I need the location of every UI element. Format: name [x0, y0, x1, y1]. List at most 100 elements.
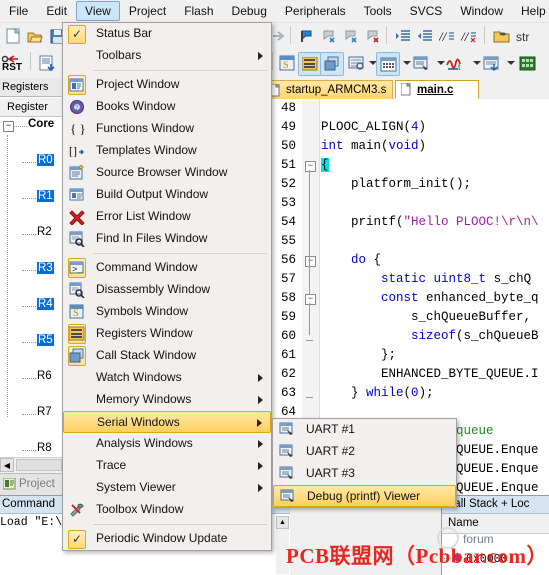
fold-box-56[interactable]: − [305, 256, 316, 267]
menu-window[interactable]: Window [451, 1, 512, 21]
checkbox: ✓ [68, 24, 86, 44]
reset-cpu-icon[interactable]: RST [2, 52, 24, 74]
scroll-thumb[interactable] [16, 459, 62, 471]
symbols-window-icon[interactable]: S [276, 52, 298, 74]
comment-lines-icon[interactable]: // [436, 25, 458, 47]
view-menu-item-disassembly-window[interactable]: Disassembly Window [63, 279, 271, 301]
registers-column-header[interactable]: Register [0, 98, 66, 117]
indent-increase-icon[interactable] [392, 25, 414, 47]
menu-tools[interactable]: Tools [355, 1, 401, 21]
tree-guide-dots [22, 378, 36, 380]
register-row[interactable]: R8 [0, 441, 66, 457]
serial-submenu-item-debug-printf-viewer[interactable]: Debug (printf) Viewer [273, 485, 456, 507]
serial-submenu-item-uart-3[interactable]: UART #3 [273, 463, 456, 485]
register-row[interactable]: R4 [0, 297, 66, 315]
line-number: 48 [280, 101, 296, 115]
view-menu-item-watch-windows[interactable]: Watch Windows [63, 367, 271, 389]
view-menu-item-periodic-window-update[interactable]: ✓ Periodic Window Update [63, 528, 271, 550]
view-menu-item-trace[interactable]: Trace [63, 455, 271, 477]
serial-submenu-item-uart-2[interactable]: UART #2 [273, 441, 456, 463]
core-expander-icon[interactable]: − [3, 121, 14, 132]
bookmark-prev-icon[interactable] [318, 25, 340, 47]
step-into-icon[interactable] [36, 52, 58, 74]
configure-target-icon[interactable] [490, 25, 512, 47]
registers-hscrollbar[interactable]: ◀ [0, 457, 66, 473]
call-stack-column-name[interactable]: Name [442, 514, 549, 534]
fold-box-51[interactable]: − [305, 161, 316, 172]
system-viewer-icon[interactable] [516, 52, 538, 74]
menu-debug[interactable]: Debug [223, 1, 276, 21]
view-menu-item-serial-windows[interactable]: Serial Windows [63, 411, 271, 433]
register-row[interactable]: R5 [0, 333, 66, 351]
view-menu-item-books-window[interactable]: ? Books Window [63, 96, 271, 118]
registers-window-icon[interactable] [298, 52, 322, 76]
call-stack-window-icon[interactable] [320, 52, 344, 76]
trace-windows-icon[interactable] [480, 52, 502, 74]
open-file-icon[interactable] [24, 25, 46, 47]
fold-box-58[interactable]: − [305, 294, 316, 305]
registers-group-core[interactable]: − Core [0, 117, 66, 135]
view-menu-item-status-bar[interactable]: ✓ Status Bar [63, 23, 271, 45]
scroll-up-arrow-icon[interactable]: ▲ [276, 516, 289, 529]
serial-submenu-items: UART #1 UART #2 UART #3 Debug (printf) View… [273, 419, 456, 507]
view-menu-item-templates-window[interactable]: [] Templates Window [63, 140, 271, 162]
register-row[interactable]: R3 [0, 261, 66, 279]
editor-tab-mainc[interactable]: main.c [395, 80, 479, 99]
menu-flash[interactable]: Flash [175, 1, 222, 21]
project-tab[interactable]: Project [0, 473, 66, 496]
menu-separator [93, 524, 267, 525]
view-menu-item-system-viewer[interactable]: System Viewer [63, 477, 271, 499]
bookmark-clear-icon[interactable] [362, 25, 384, 47]
view-menu-item-label: Toolbox Window [96, 502, 184, 516]
view-menu-item-call-stack-window[interactable]: Call Stack Window [63, 345, 271, 367]
registers-tree[interactable]: − Core R0R1R2R3R4R5R6R7R8R9R10R11R12R13R… [0, 117, 66, 457]
uncomment-lines-icon[interactable]: // [458, 25, 480, 47]
view-menu-item-project-window[interactable]: Project Window [63, 74, 271, 96]
view-menu-item-analysis-windows[interactable]: Analysis Windows [63, 433, 271, 455]
view-menu-item-symbols-window[interactable]: S Symbols Window [63, 301, 271, 323]
no-icon [68, 369, 86, 387]
menu-file[interactable]: File [0, 1, 37, 21]
view-menu-item-toolbars[interactable]: Toolbars [63, 45, 271, 67]
register-row[interactable]: R7 [0, 405, 66, 423]
menu-help[interactable]: Help [512, 1, 549, 21]
view-menu-item-error-list-window[interactable]: Error List Window [63, 206, 271, 228]
register-row[interactable]: R1 [0, 189, 66, 207]
view-menu-item-functions-window[interactable]: { } Functions Window [63, 118, 271, 140]
analysis-windows-icon[interactable]: t [444, 52, 466, 74]
register-label: R2 [37, 226, 52, 238]
registers-tab[interactable]: Registers [0, 78, 66, 97]
view-menu-item-command-window[interactable]: >_ Command Window [63, 257, 271, 279]
view-dropdown-menu[interactable]: ✓ Status Bar Toolbars Project Window? Books … [62, 22, 272, 551]
serial-windows-submenu[interactable]: UART #1 UART #2 UART #3 Debug (printf) View… [272, 418, 457, 508]
menu-edit[interactable]: Edit [37, 1, 76, 21]
register-row[interactable]: R6 [0, 369, 66, 387]
no-icon [68, 457, 86, 475]
serial-windows-icon[interactable] [410, 52, 432, 74]
serial-submenu-item-uart-1[interactable]: UART #1 [273, 419, 456, 441]
register-row[interactable]: R2 [0, 225, 66, 243]
view-menu-item-registers-window[interactable]: Registers Window [63, 323, 271, 345]
view-menu-item-label: Memory Windows [96, 392, 192, 406]
register-row[interactable]: R0 [0, 153, 66, 171]
view-menu-item-toolbox-window[interactable]: Toolbox Window [63, 499, 271, 521]
view-menu-item-memory-windows[interactable]: Memory Windows [63, 389, 271, 411]
view-menu-item-build-output-window[interactable]: Build Output Window [63, 184, 271, 206]
menu-project[interactable]: Project [120, 1, 175, 21]
menu-peripherals[interactable]: Peripherals [276, 1, 355, 21]
new-file-icon[interactable] [2, 25, 24, 47]
menu-svcs[interactable]: SVCS [401, 1, 452, 21]
editor-tab-startup[interactable]: startup_ARMCM3.s [265, 80, 393, 99]
menu-view[interactable]: View [76, 1, 120, 21]
call-stack-header[interactable]: Call Stack + Loc [442, 496, 549, 514]
bookmark-next-icon[interactable] [340, 25, 362, 47]
svg-text:[]: [] [69, 144, 77, 158]
view-menu-item-find-in-files-window[interactable]: Find In Files Window [63, 228, 271, 250]
view-menu-item-source-browser-window[interactable]: Source Browser Window [63, 162, 271, 184]
view-menu-item-label: Disassembly Window [96, 282, 211, 296]
bookmark-toggle-icon[interactable] [296, 25, 318, 47]
registers-column-header-label: Register [7, 101, 48, 113]
indent-decrease-icon[interactable] [414, 25, 436, 47]
scroll-left-arrow-icon[interactable]: ◀ [0, 458, 14, 472]
checkmark-icon: ✓ [68, 24, 86, 44]
